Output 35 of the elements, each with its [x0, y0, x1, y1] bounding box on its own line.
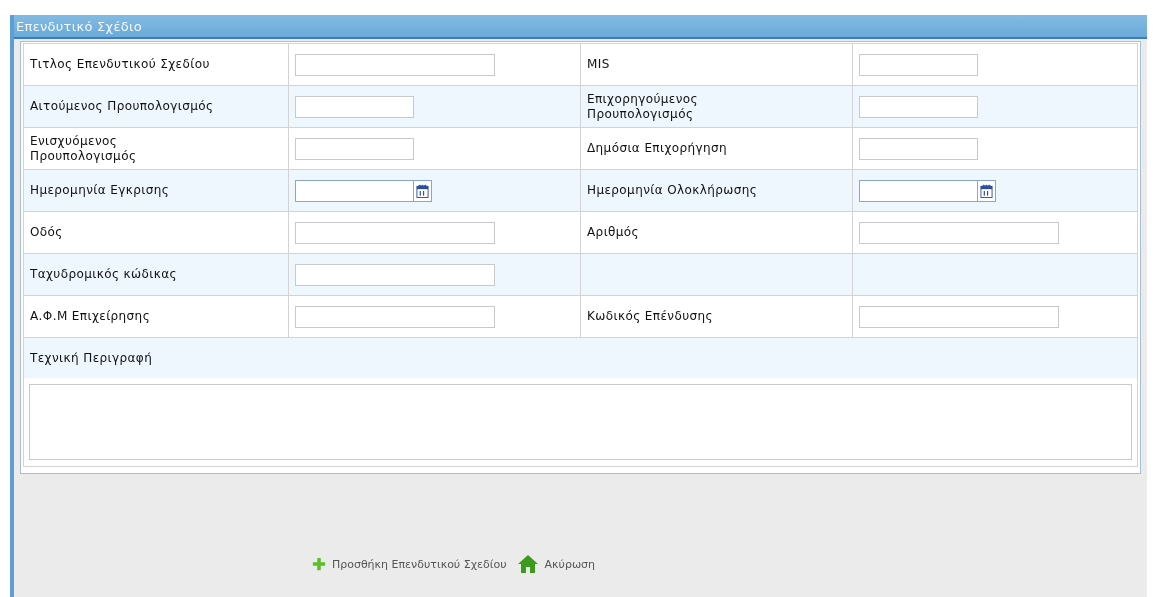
field-label: Κωδικός Επένδυσης	[587, 309, 713, 324]
field-label: Τιτλος Επενδυτικού Σχεδίου	[30, 57, 210, 72]
field-label: Ημερομηνία Εγκρισης	[30, 183, 170, 198]
input-field[interactable]	[295, 221, 495, 244]
home-icon	[516, 554, 539, 574]
field-label: Ενισχυόμενος Προυπολογισμός	[30, 133, 138, 164]
input-field[interactable]	[859, 53, 978, 76]
input-field[interactable]	[859, 305, 1059, 328]
field-label: Δημόσια Επιχορήγηση	[587, 141, 728, 156]
date-field[interactable]	[859, 179, 978, 202]
calendar-icon[interactable]	[978, 179, 996, 202]
input-field[interactable]	[295, 53, 495, 76]
input-field[interactable]	[859, 95, 978, 118]
field-label: MIS	[587, 57, 610, 72]
field-label: Ημερομηνία Ολοκλήρωσης	[587, 183, 758, 198]
description-textarea[interactable]	[29, 384, 1132, 460]
input-field[interactable]	[295, 305, 495, 328]
field-label: Α.Φ.Μ Επιχείρησης	[30, 309, 151, 324]
field-label: Επιχορηγούμενος Προυπολογισμός	[587, 91, 699, 122]
panel-title: Επενδυτικό Σχέδιο	[16, 18, 142, 34]
input-field[interactable]	[859, 221, 1059, 244]
input-field[interactable]	[295, 263, 495, 286]
input-field[interactable]	[295, 95, 414, 118]
field-label: Αιτούμενος Προυπολογισμός	[30, 99, 214, 114]
calendar-icon[interactable]	[414, 179, 432, 202]
field-label: Οδός	[30, 225, 63, 240]
input-field[interactable]	[859, 137, 978, 160]
action-link[interactable]: Ακύρωση	[516, 554, 596, 574]
field-label: Αριθμός	[587, 225, 640, 240]
date-field[interactable]	[295, 179, 414, 202]
field-label: Τεχνική Περιγραφή	[30, 350, 153, 366]
action-link[interactable]: Προσθήκη Επενδυτικού Σχεδίου	[311, 554, 507, 574]
input-field[interactable]	[295, 137, 414, 160]
plus-icon	[311, 557, 326, 571]
field-label: Ταχυδρομικός κώδικας	[30, 267, 177, 282]
